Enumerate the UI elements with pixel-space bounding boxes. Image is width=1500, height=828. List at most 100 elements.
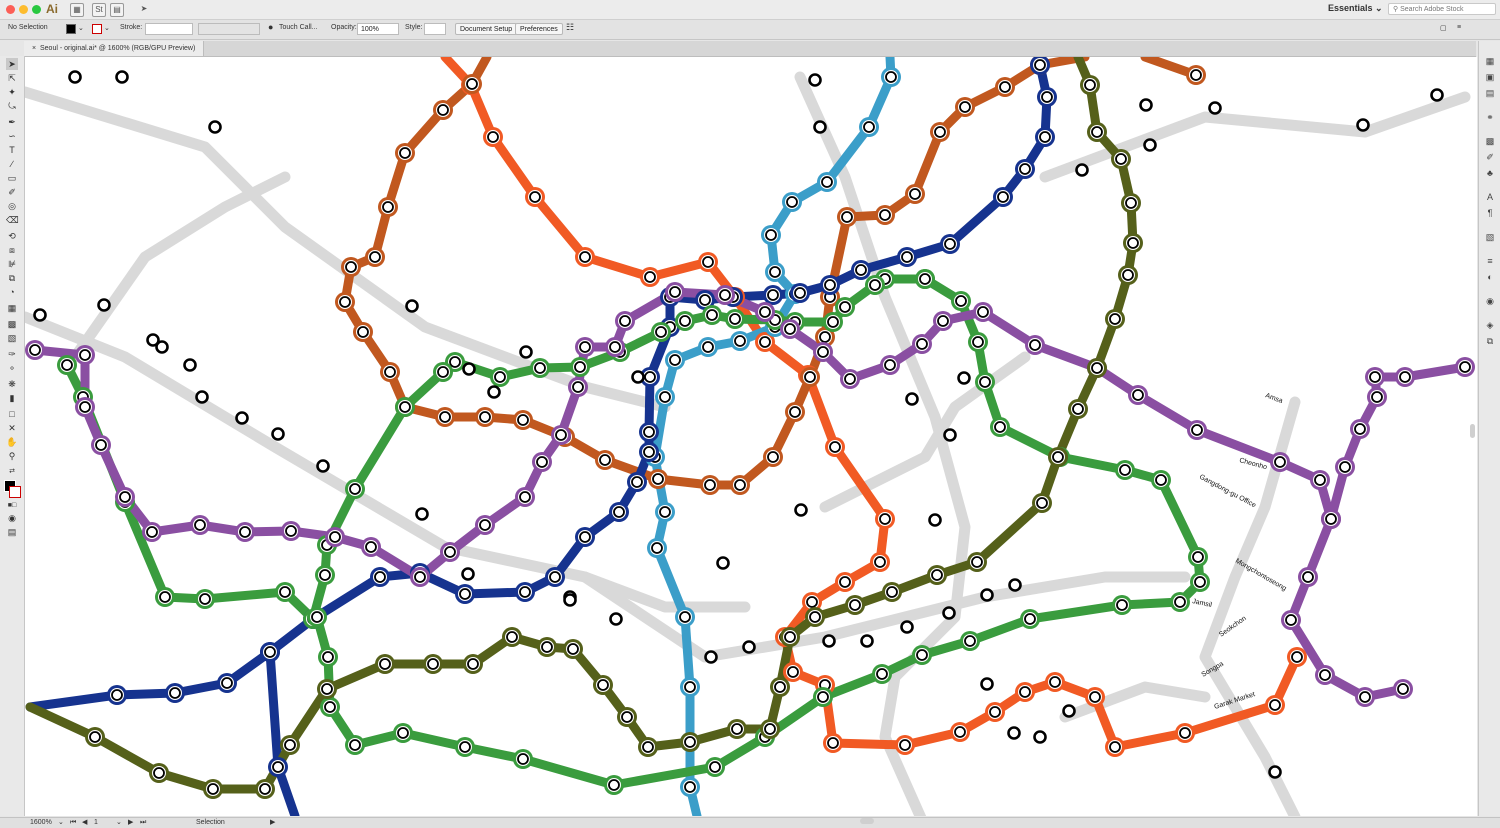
gradient-panel-icon[interactable]: ▧ [1484,231,1496,243]
shaper-tool-icon[interactable]: ◎ [6,200,18,212]
rotate-tool-icon[interactable]: ⟲ [6,230,18,242]
line-tool-icon[interactable]: ∕ [6,158,18,170]
minimize-window-button[interactable] [19,5,28,14]
station-marker[interactable] [1075,163,1089,177]
horizontal-scrollbar[interactable] [860,818,874,824]
symbol-sprayer-tool-icon[interactable]: ❋ [6,378,18,390]
brush-definition-dropdown[interactable]: Touch Call... [279,24,318,31]
appearance-panel-icon[interactable]: ◉ [1484,295,1496,307]
perspective-grid-tool-icon[interactable]: ▦ [6,302,18,314]
control-panel-menu-icon[interactable]: ≡ [1457,24,1461,31]
opacity-field[interactable]: 100% [357,23,399,35]
eraser-tool-icon[interactable]: ⌫ [6,214,19,226]
free-transform-tool-icon[interactable]: ⧉ [6,272,18,284]
stroke-swatch[interactable] [92,24,102,34]
document-setup-button[interactable]: Document Setup [455,23,518,35]
station-marker[interactable] [563,593,577,607]
purple-line[interactable] [1286,514,1408,702]
magic-wand-tool-icon[interactable]: ✦ [6,86,18,98]
stroke-panel-icon[interactable]: ≡ [1484,255,1496,267]
station-marker[interactable] [115,70,129,84]
artboard-canvas[interactable]: Amsa Cheonho Gangdong-gu Office Mongchontos… [25,57,1477,816]
gray-line[interactable] [1039,91,1471,183]
stroke-color-swatch[interactable] [9,486,21,498]
selection-tool-icon[interactable]: ➤ [6,58,18,70]
station-marker[interactable] [1430,88,1444,102]
rectangle-tool-icon[interactable]: ▭ [6,172,18,184]
mesh-tool-icon[interactable]: ▩ [6,318,18,330]
gpu-rocket-icon[interactable]: ➤ [138,3,150,15]
fill-dropdown-icon[interactable]: ⌄ [78,24,84,32]
screen-mode-icon[interactable]: ▤ [6,526,18,538]
brushes-panel-icon[interactable]: ✐ [1484,151,1496,163]
image-trace-icon[interactable]: ▩ [1484,135,1496,147]
station-marker[interactable] [461,567,475,581]
station-marker[interactable] [742,640,756,654]
station-marker[interactable] [905,392,919,406]
hand-tool-icon[interactable]: ✋ [6,436,18,448]
close-window-button[interactable] [6,5,15,14]
station-marker[interactable] [631,370,645,384]
align-icon[interactable]: ☷ [566,22,574,33]
station-marker[interactable] [860,634,874,648]
stroke-weight-field[interactable] [145,23,193,35]
stock-icon[interactable]: St [92,3,106,17]
station-marker[interactable] [808,73,822,87]
links-panel-icon[interactable]: ⚭ [1484,111,1496,123]
station-marker[interactable] [462,362,476,376]
station-marker[interactable] [928,513,942,527]
station-marker[interactable] [1062,704,1076,718]
slice-tool-icon[interactable]: ✕ [6,422,18,434]
drawing-mode-icon[interactable]: ◉ [6,512,18,524]
layers-panel-icon[interactable]: ◈ [1484,319,1496,331]
artboards-panel-icon[interactable]: ⧉ [1484,335,1496,347]
station-marker[interactable] [957,371,971,385]
shape-builder-tool-icon[interactable]: ◔ [6,286,18,298]
station-marker[interactable] [704,650,718,664]
properties-panel-icon[interactable]: ▦ [1484,55,1496,67]
station-marker[interactable] [1139,98,1153,112]
paintbrush-tool-icon[interactable]: ✐ [6,186,18,198]
character-panel-icon[interactable]: A [1484,191,1496,203]
station-marker[interactable] [235,411,249,425]
swap-colors-icon[interactable]: ⇄ [6,466,18,478]
station-marker[interactable] [1008,578,1022,592]
document-tab[interactable]: × Seoul - original.ai* @ 1600% (RGB/GPU … [24,41,205,56]
station-marker[interactable] [1268,765,1282,779]
station-marker[interactable] [716,556,730,570]
pen-tool-icon[interactable]: ✒ [6,116,18,128]
station-marker[interactable] [415,507,429,521]
station-marker[interactable] [609,612,623,626]
station-marker[interactable] [1007,726,1021,740]
station-marker[interactable] [813,120,827,134]
gradient-tool-icon[interactable]: ▧ [6,332,18,344]
blend-tool-icon[interactable]: ⚬ [6,362,18,374]
zoom-tool-icon[interactable]: ⚲ [6,450,18,462]
station-marker[interactable] [1033,730,1047,744]
zoom-window-button[interactable] [32,5,41,14]
paragraph-panel-icon[interactable]: ¶ [1484,207,1496,219]
station-marker[interactable] [208,120,222,134]
station-marker[interactable] [271,427,285,441]
station-marker[interactable] [519,345,533,359]
station-marker[interactable] [980,677,994,691]
curvature-tool-icon[interactable]: ∽ [6,130,18,142]
color-mode-icon[interactable]: ■□ [6,500,18,512]
close-tab-icon[interactable]: × [32,45,36,52]
width-tool-icon[interactable]: ⊯ [6,258,18,270]
station-marker[interactable] [794,503,808,517]
lasso-tool-icon[interactable]: ⤿ [6,100,18,112]
vertical-scrollbar[interactable] [1470,424,1475,438]
station-marker[interactable] [900,620,914,634]
arrange-panels-icon[interactable]: ▢ [1440,24,1447,32]
stroke-dropdown-icon[interactable]: ⌄ [104,24,110,32]
bridge-icon[interactable]: ▦ [70,3,84,17]
preferences-button[interactable]: Preferences [515,23,563,35]
gray-line[interactable] [69,171,291,363]
transparency-panel-icon[interactable]: ◐ [1484,271,1496,283]
station-marker[interactable] [943,428,957,442]
workspace-switcher[interactable]: Essentials ⌄ [1328,3,1383,14]
station-marker[interactable] [405,299,419,313]
direct-selection-tool-icon[interactable]: ⇱ [6,72,18,84]
station-marker[interactable] [1208,101,1222,115]
